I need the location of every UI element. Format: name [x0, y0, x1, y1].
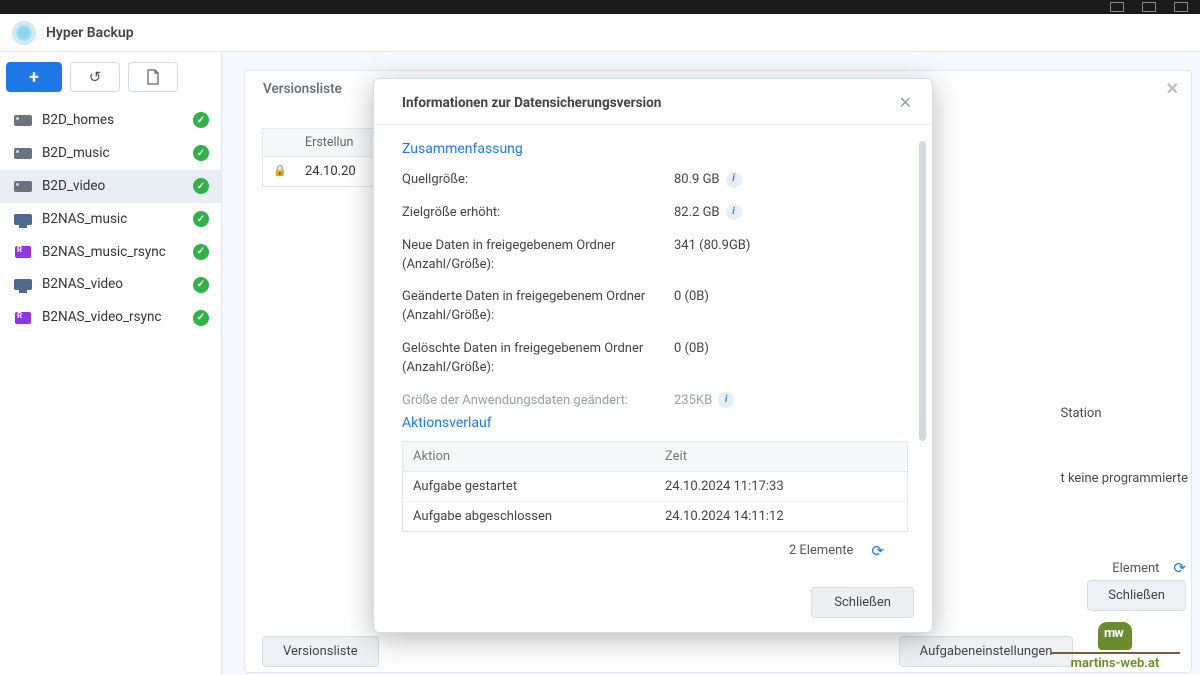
- right-info-text: Station t keine programmierte: [1060, 402, 1188, 491]
- element-count: Element: [1112, 561, 1159, 576]
- tray-icon[interactable]: [1174, 2, 1188, 12]
- kv-value: 0 (0B): [674, 340, 908, 378]
- kv-value: 235KBi: [674, 392, 908, 411]
- status-ok-icon: [193, 211, 209, 227]
- add-task-button[interactable]: +: [6, 62, 62, 92]
- row-count: 2 Elemente: [789, 543, 854, 558]
- rsync-icon: [15, 312, 31, 324]
- sidebar-item-label: B2NAS_music_rsync: [42, 244, 193, 261]
- status-ok-icon: [193, 277, 209, 293]
- sidebar-item-label: B2D_music: [42, 145, 193, 162]
- status-ok-icon: [193, 310, 209, 326]
- watermark-logo-icon: [1098, 622, 1132, 650]
- section-heading-summary: Zusammenfassung: [402, 141, 908, 157]
- remote-nas-icon: [14, 214, 32, 225]
- kv-key: Geänderte Daten in freigegebenem Ordner …: [402, 288, 674, 326]
- kv-key: Quellgröße:: [402, 171, 674, 190]
- lock-icon: 🔒: [273, 164, 305, 179]
- refresh-icon[interactable]: ⟳: [871, 542, 884, 560]
- status-ok-icon: [193, 244, 209, 260]
- kv-key: Gelöschte Daten in freigegebenem Ordner …: [402, 340, 674, 378]
- sidebar-item-label: B2NAS_video: [42, 276, 193, 293]
- kv-value: 0 (0B): [674, 288, 908, 326]
- sidebar-item[interactable]: B2NAS_video: [0, 268, 221, 301]
- rsync-icon: [15, 246, 31, 258]
- tray-icon[interactable]: [1142, 2, 1156, 12]
- scrollbar[interactable]: [919, 141, 926, 441]
- sidebar-item-label: B2D_homes: [42, 112, 193, 129]
- info-icon[interactable]: i: [726, 204, 742, 220]
- modal-title: Informationen zur Datensicherungsversion: [402, 95, 661, 111]
- info-icon[interactable]: i: [726, 172, 742, 188]
- remote-nas-icon: [14, 279, 32, 290]
- sidebar-item[interactable]: B2NAS_video_rsync: [0, 301, 221, 334]
- app-title: Hyper Backup: [46, 25, 134, 41]
- status-ok-icon: [193, 178, 209, 194]
- column-header-action: Aktion: [403, 441, 656, 471]
- kv-value: 341 (80.9GB): [674, 237, 908, 275]
- action-log-table: Aktion Zeit Aufgabe gestartet24.10.2024 …: [402, 441, 908, 532]
- info-icon[interactable]: i: [718, 392, 734, 408]
- kv-key: Neue Daten in freigegebenem Ordner (Anza…: [402, 237, 674, 275]
- status-ok-icon: [193, 145, 209, 161]
- table-row[interactable]: Aufgabe abgeschlossen24.10.2024 14:11:12: [403, 501, 908, 531]
- panel-title: Versionsliste: [263, 81, 342, 97]
- os-topbar: [0, 0, 1200, 14]
- backup-version-info-modal: Informationen zur Datensicherungsversion…: [373, 78, 933, 633]
- sidebar-item[interactable]: B2NAS_music_rsync: [0, 236, 221, 269]
- row-date: 24.10.20: [305, 164, 356, 179]
- column-header-time: Zeit: [655, 441, 908, 471]
- sidebar-item-label: B2D_video: [42, 178, 193, 195]
- table-row[interactable]: Aufgabe gestartet24.10.2024 11:17:33: [403, 471, 908, 501]
- status-ok-icon: [193, 112, 209, 128]
- sidebar-item[interactable]: B2D_homes: [0, 104, 221, 137]
- close-button[interactable]: Schließen: [1087, 580, 1186, 611]
- tasksettings-button[interactable]: Aufgabeneinstellungen: [899, 636, 1074, 667]
- app-logo-icon: [12, 21, 36, 45]
- sidebar-item[interactable]: B2D_video: [0, 170, 221, 203]
- close-icon[interactable]: ✕: [1166, 79, 1179, 98]
- kv-key: Größe der Anwendungsdaten geändert:: [402, 392, 674, 411]
- sidebar-item[interactable]: B2D_music: [0, 137, 221, 170]
- sidebar-item-label: B2NAS_music: [42, 211, 193, 228]
- log-button[interactable]: [128, 62, 178, 92]
- tray-icon[interactable]: [1110, 2, 1124, 12]
- kv-value: 80.9 GBi: [674, 171, 908, 190]
- column-header-created: Erstellun: [305, 135, 353, 150]
- history-button[interactable]: ↺: [70, 62, 120, 92]
- nas-icon: [14, 181, 32, 192]
- sidebar-item-label: B2NAS_video_rsync: [42, 309, 193, 326]
- section-heading-log: Aktionsverlauf: [402, 415, 908, 431]
- modal-close-button[interactable]: Schließen: [811, 587, 914, 618]
- document-icon: [146, 69, 160, 85]
- close-icon[interactable]: ✕: [899, 93, 912, 112]
- refresh-icon[interactable]: ⟳: [1173, 559, 1186, 577]
- kv-key: Zielgröße erhöht:: [402, 204, 674, 223]
- kv-value: 82.2 GBi: [674, 204, 908, 223]
- watermark: martins-web.at: [1050, 622, 1180, 671]
- window-titlebar: Hyper Backup: [0, 14, 1200, 52]
- sidebar: + ↺ B2D_homes B2D_music B2D_video B2NAS_…: [0, 52, 222, 675]
- versionlist-button[interactable]: Versionsliste: [262, 636, 379, 667]
- nas-icon: [14, 148, 32, 159]
- sidebar-item[interactable]: B2NAS_music: [0, 203, 221, 236]
- nas-icon: [14, 115, 32, 126]
